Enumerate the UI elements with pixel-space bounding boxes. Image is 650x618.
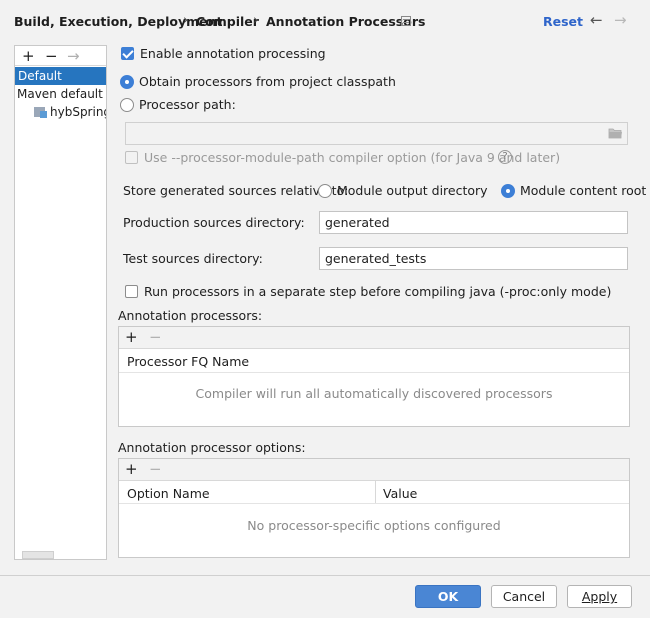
forward-arrow-icon[interactable]: → (614, 11, 627, 29)
help-icon[interactable]: ? (498, 150, 512, 164)
enable-annotation-processing-label: Enable annotation processing (140, 46, 326, 61)
value-column-header[interactable]: Value (383, 486, 417, 501)
cancel-button[interactable]: Cancel (491, 585, 557, 608)
processor-options-title: Annotation processor options: (118, 440, 306, 455)
processor-path-label: Processor path: (139, 97, 236, 112)
annotation-processors-title: Annotation processors: (118, 308, 263, 323)
back-arrow-icon[interactable]: ← (590, 11, 603, 29)
processor-fq-name-column-header[interactable]: Processor FQ Name (127, 354, 249, 369)
profile-item-maven-default[interactable]: Maven default an (15, 85, 106, 103)
store-generated-label: Store generated sources relative to: (123, 183, 349, 198)
processor-path-field[interactable] (125, 122, 628, 145)
run-processors-separate-step-checkbox[interactable] (125, 285, 138, 298)
enable-annotation-processing-checkbox[interactable] (121, 47, 134, 60)
add-profile-icon[interactable]: + (22, 47, 35, 65)
test-sources-label: Test sources directory: (123, 251, 263, 266)
module-name: hybSpringC (50, 105, 106, 119)
production-sources-field[interactable]: generated (319, 211, 628, 234)
obtain-from-classpath-radio[interactable] (120, 75, 134, 89)
apply-button[interactable]: Apply (567, 585, 632, 608)
breadcrumb-build-execution-deployment[interactable]: Build, Execution, Deployment (14, 14, 222, 29)
annotation-processors-table: + − Processor FQ Name Compiler will run … (118, 326, 630, 427)
processor-path-radio[interactable] (120, 98, 134, 112)
profiles-panel: + − → Default Maven default an hybSpring… (14, 45, 107, 560)
module-output-directory-label: Module output directory (337, 183, 488, 198)
move-to-profile-icon[interactable]: → (67, 47, 80, 65)
remove-profile-icon[interactable]: − (45, 47, 58, 65)
obtain-from-classpath-label: Obtain processors from project classpath (139, 74, 396, 89)
annotation-processors-toolbar: + − (119, 327, 629, 349)
module-content-root-radio[interactable] (501, 184, 515, 198)
profiles-toolbar: + − → (15, 46, 106, 66)
dialog-footer: OK Cancel Apply (0, 575, 650, 618)
profile-item-default[interactable]: Default (15, 67, 106, 85)
processor-options-toolbar: + − (119, 459, 629, 481)
breadcrumb-separator-icon: › (253, 13, 259, 28)
header: Build, Execution, Deployment › Compiler … (0, 0, 650, 42)
reset-link[interactable]: Reset (543, 14, 583, 29)
test-sources-field[interactable]: generated_tests (319, 247, 628, 270)
processor-options-empty-text: No processor-specific options configured (247, 518, 501, 533)
browse-folder-icon[interactable] (608, 127, 623, 139)
breadcrumb-compiler[interactable]: Compiler (196, 14, 259, 29)
module-output-directory-radio[interactable] (318, 184, 332, 198)
page-settings-icon[interactable] (401, 16, 411, 26)
horizontal-scrollbar[interactable] (22, 551, 54, 559)
use-processor-module-path-checkbox[interactable] (125, 151, 138, 164)
add-option-icon[interactable]: + (125, 460, 138, 479)
breadcrumb-separator-icon: › (183, 13, 189, 28)
module-folder-icon (34, 107, 47, 118)
profile-item-module[interactable]: hybSpringC (15, 103, 106, 121)
production-sources-label: Production sources directory: (123, 215, 305, 230)
remove-option-icon[interactable]: − (149, 460, 162, 479)
add-processor-icon[interactable]: + (125, 328, 138, 347)
ok-button[interactable]: OK (415, 585, 481, 608)
processor-options-table: + − Option Name Value No processor-speci… (118, 458, 630, 558)
remove-processor-icon[interactable]: − (149, 328, 162, 347)
option-name-column-header[interactable]: Option Name (127, 486, 210, 501)
run-processors-separate-step-label: Run processors in a separate step before… (144, 284, 612, 299)
module-content-root-label: Module content root (520, 183, 647, 198)
annotation-processors-empty-text: Compiler will run all automatically disc… (195, 386, 553, 401)
